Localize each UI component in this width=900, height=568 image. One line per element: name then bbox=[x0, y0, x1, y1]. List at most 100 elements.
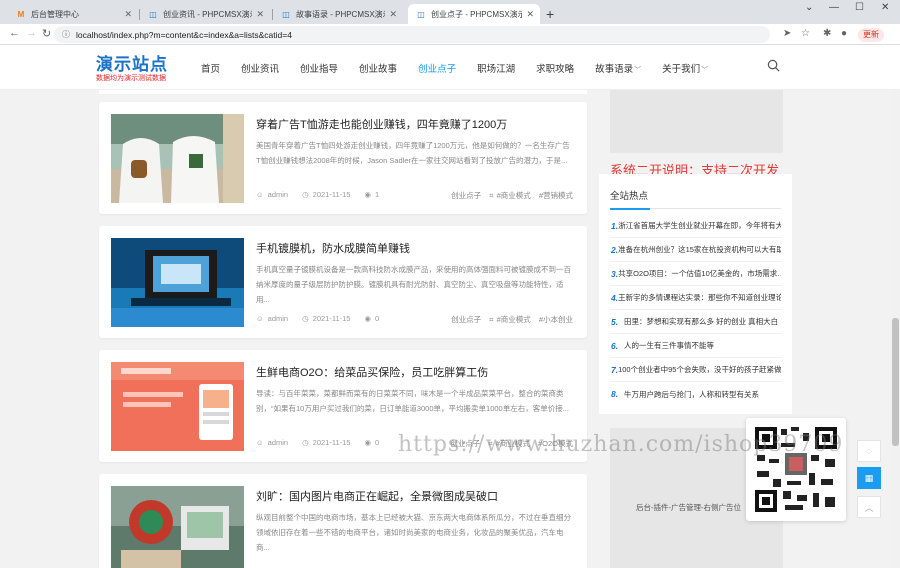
tab-search-icon[interactable]: ⌄ bbox=[805, 2, 813, 13]
ad-placeholder-text: 后台-插件-广告管理-右侧广告位 bbox=[636, 503, 741, 512]
tag-icon: ⌗ bbox=[489, 191, 494, 200]
article-meta: ☺ admin ◷ 2021-11-15 ◉ 0 bbox=[256, 314, 383, 323]
nav-guide[interactable]: 创业指导 bbox=[300, 61, 338, 75]
browser-tab-bar: M 后台管理中心 ✕ ◫ 创业资讯 - PHPCMSX演示站 ✕ ◫ 故事语录 … bbox=[0, 0, 900, 24]
close-tab-icon[interactable]: ✕ bbox=[256, 9, 264, 20]
browser-tab-stories[interactable]: ◫ 故事语录 - PHPCMSX演示站 ✕ bbox=[273, 4, 403, 24]
article-card[interactable]: 手机镀膜机，防水成膜简单赚钱 手机真空量子镀膜机设备是一款高科技防水成膜产品，采… bbox=[99, 226, 587, 338]
tag-link[interactable]: #小本创业 bbox=[539, 315, 573, 324]
send-icon[interactable]: ➤ bbox=[783, 28, 791, 39]
page-scrollbar[interactable] bbox=[891, 90, 900, 568]
article-title[interactable]: 刘旷：国内图片电商正在崛起，全景微图成吴破口 bbox=[256, 488, 498, 504]
nav-ideas[interactable]: 创业点子 bbox=[418, 61, 456, 75]
rank-number: 2. bbox=[611, 244, 619, 255]
clock-icon: ◷ bbox=[302, 190, 309, 199]
nav-workplace[interactable]: 职场江湖 bbox=[477, 61, 515, 75]
back-to-top-icon[interactable]: ︿ bbox=[857, 496, 881, 518]
article-author[interactable]: admin bbox=[268, 314, 288, 323]
tab-title: 故事语录 - PHPCMSX演示站 bbox=[296, 9, 385, 19]
hot-panel-title: 全站热点 bbox=[610, 191, 649, 202]
new-tab-icon[interactable]: + bbox=[546, 6, 554, 22]
nav-quotes[interactable]: 故事语录﹀ bbox=[595, 61, 641, 75]
close-tab-icon[interactable]: ✕ bbox=[124, 9, 132, 20]
tag-link[interactable]: #商业模式 bbox=[497, 315, 531, 324]
article-title[interactable]: 生鲜电商O2O：给菜品买保险，员工吃胖算工伤 bbox=[256, 364, 488, 380]
bookmark-star-icon[interactable]: ☆ bbox=[801, 28, 810, 39]
float-qr-icon[interactable]: ▦ bbox=[857, 467, 881, 489]
minimize-icon[interactable]: — bbox=[829, 2, 839, 13]
forward-icon[interactable]: → bbox=[26, 27, 37, 39]
article-title[interactable]: 穿着广告T恤游走也能创业赚钱，四年竟赚了1200万 bbox=[256, 116, 507, 132]
scrollbar-thumb[interactable] bbox=[892, 318, 899, 446]
hot-item[interactable]: 5. 田里：梦想和实现有那么多 好的创业 真相大白 bbox=[611, 310, 781, 334]
article-date: 2021-11-15 bbox=[312, 314, 351, 323]
main-nav: 首页 创业资讯 创业指导 创业故事 创业点子 职场江湖 求职攻略 故事语录﹀ 关… bbox=[201, 45, 729, 90]
close-tab-icon[interactable]: ✕ bbox=[526, 9, 534, 20]
article-thumbnail[interactable] bbox=[111, 114, 244, 203]
site-logo[interactable]: 演示站点 数据均为演示测试数据 bbox=[96, 55, 168, 83]
browser-tab-ideas[interactable]: ◫ 创业点子 - PHPCMSX演示站 ✕ bbox=[408, 4, 540, 24]
browser-tab-news[interactable]: ◫ 创业资讯 - PHPCMSX演示站 ✕ bbox=[140, 4, 270, 24]
hot-item[interactable]: 1. 浙江省首届大学生创业就业开幕在即，今年将有大批… bbox=[611, 214, 781, 238]
info-icon[interactable]: ⓘ bbox=[62, 29, 70, 40]
nav-stories[interactable]: 创业故事 bbox=[359, 61, 397, 75]
category-link[interactable]: 创业点子 bbox=[451, 315, 481, 324]
close-window-icon[interactable]: ✕ bbox=[881, 2, 889, 13]
list-top-edge bbox=[99, 90, 587, 94]
hot-item-title: 浙江省首届大学生创业就业开幕在即，今年将有大批… bbox=[618, 221, 781, 230]
article-tags: 创业点子 ⌗ #商业模式 #营销模式 bbox=[445, 190, 573, 201]
rank-number: 4. bbox=[611, 292, 619, 303]
search-icon[interactable] bbox=[767, 59, 780, 75]
nav-news[interactable]: 创业资讯 bbox=[241, 61, 279, 75]
tag-link[interactable]: #商业模式 bbox=[497, 191, 531, 200]
url-text: localhost/index.php?m=content&c=index&a=… bbox=[76, 29, 292, 40]
article-date: 2021-11-15 bbox=[312, 190, 351, 199]
extensions-icon[interactable]: ✱ bbox=[823, 28, 831, 39]
back-icon[interactable]: ← bbox=[9, 27, 20, 39]
page-favicon-icon: ◫ bbox=[149, 9, 157, 19]
hot-item[interactable]: 3. 共享O2O项目：一个估值10亿美金的，市场需求… bbox=[611, 262, 781, 286]
address-bar[interactable]: ⓘ localhost/index.php?m=content&c=index&… bbox=[54, 26, 770, 43]
profile-icon[interactable]: ● bbox=[841, 28, 847, 39]
float-contact-icon[interactable]: ◌ bbox=[857, 440, 881, 462]
article-meta: ☺ admin ◷ 2021-11-15 ◉ 1 bbox=[256, 190, 383, 199]
article-thumbnail[interactable] bbox=[111, 362, 244, 451]
hot-item[interactable]: 4. 王新宇的多情课程达实录：那些你不知道创业理论 bbox=[611, 286, 781, 310]
article-title[interactable]: 手机镀膜机，防水成膜简单赚钱 bbox=[256, 240, 410, 256]
article-card[interactable]: 穿着广告T恤游走也能创业赚钱，四年竟赚了1200万 美国青年穿着广告T恤四处游走… bbox=[99, 102, 587, 214]
close-tab-icon[interactable]: ✕ bbox=[389, 9, 397, 20]
nav-job-tips[interactable]: 求职攻略 bbox=[536, 61, 574, 75]
hot-item[interactable]: 2. 准备在杭州创业？这15家在杭投资机构可以大有助益 bbox=[611, 238, 781, 262]
eye-icon: ◉ bbox=[364, 190, 372, 199]
hot-item[interactable]: 6. 人的一生有三件事情不能等 bbox=[611, 334, 781, 358]
rank-number: 6. bbox=[611, 340, 619, 351]
article-author[interactable]: admin bbox=[268, 190, 288, 199]
article-author[interactable]: admin bbox=[268, 438, 288, 447]
hot-panel-divider bbox=[610, 208, 781, 210]
chevron-down-icon: ﹀ bbox=[634, 66, 642, 74]
site-header: 演示站点 数据均为演示测试数据 首页 创业资讯 创业指导 创业故事 创业点子 职… bbox=[0, 45, 900, 90]
admin-favicon-icon: M bbox=[17, 9, 25, 19]
sidebar-ad-top[interactable] bbox=[610, 90, 783, 153]
hot-item[interactable]: 8. 牛万用户跨后与抢门，人称和转型有关系 bbox=[611, 382, 781, 406]
article-thumbnail[interactable] bbox=[111, 486, 244, 568]
maximize-icon[interactable]: ☐ bbox=[855, 2, 864, 13]
article-card[interactable]: 刘旷：国内图片电商正在崛起，全景微图成吴破口 纵观目前整个中国的电商市场，基本上… bbox=[99, 474, 587, 568]
article-summary: 纵观目前整个中国的电商市场，基本上已经被大猫、京东两大电商体系所瓜分，不过在垂直… bbox=[256, 513, 571, 552]
browser-tab-admin[interactable]: M 后台管理中心 ✕ bbox=[8, 4, 138, 24]
category-link[interactable]: 创业点子 bbox=[451, 191, 481, 200]
update-button[interactable]: 更新 bbox=[858, 28, 884, 42]
nav-home[interactable]: 首页 bbox=[201, 61, 220, 75]
nav-about[interactable]: 关于我们﹀ bbox=[662, 61, 708, 75]
logo-subtitle: 数据均为演示测试数据 bbox=[96, 75, 166, 82]
article-thumbnail[interactable] bbox=[111, 238, 244, 327]
hot-item-title: 人的一生有三件事情不能等 bbox=[624, 341, 714, 350]
reload-icon[interactable]: ↻ bbox=[42, 27, 51, 40]
logo-title: 演示站点 bbox=[96, 55, 168, 74]
hot-item[interactable]: 7. 100个创业者中95个会失败，没干好的孩子赶紧做 bbox=[611, 358, 781, 382]
article-views: 1 bbox=[375, 190, 380, 199]
hot-item-title: 共享O2O项目：一个估值10亿美金的，市场需求… bbox=[618, 269, 781, 278]
clock-icon: ◷ bbox=[302, 438, 309, 447]
eye-icon: ◉ bbox=[364, 438, 372, 447]
tag-link[interactable]: #营销模式 bbox=[539, 191, 573, 200]
